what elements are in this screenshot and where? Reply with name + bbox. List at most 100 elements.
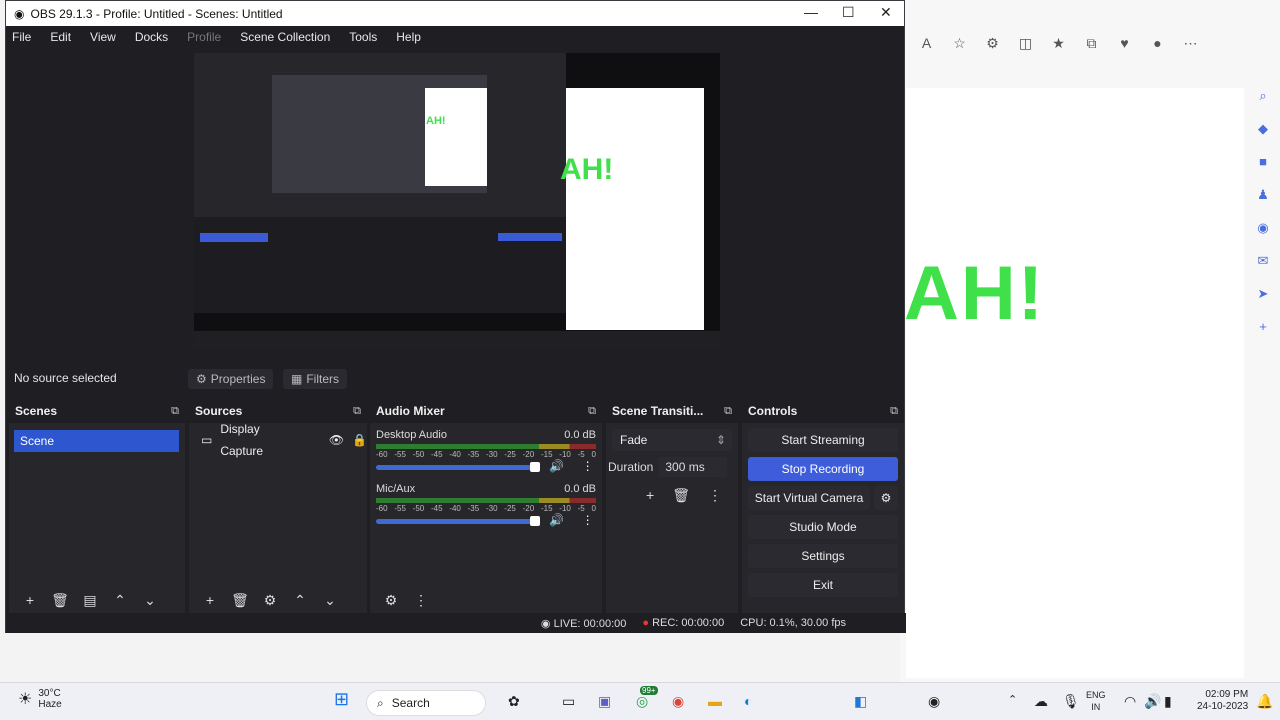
move-down-icon[interactable]: ⌄ bbox=[315, 592, 345, 609]
wifi-icon[interactable]: ◠ bbox=[1124, 693, 1136, 710]
start-streaming-button[interactable]: Start Streaming bbox=[748, 428, 898, 452]
obs-taskbar-icon[interactable]: ◉ bbox=[928, 693, 940, 710]
performance-icon[interactable]: ♥ bbox=[1108, 35, 1141, 51]
meter-tick: -30 bbox=[485, 504, 498, 513]
scene-filters-icon[interactable]: ▤ bbox=[75, 592, 105, 609]
undock-icon[interactable]: ⧉ bbox=[353, 405, 361, 418]
maximize-icon[interactable]: ☐ bbox=[842, 4, 855, 21]
meter-ticks: -60 -55 -50 -45 -40 -35 -30 -25 -20 -15 -10 -5 0 bbox=[376, 504, 596, 513]
games-icon[interactable]: ♟ bbox=[1248, 187, 1278, 220]
properties-button[interactable]: ⚙ Properties bbox=[188, 369, 274, 389]
shopping-icon[interactable]: ◆ bbox=[1248, 121, 1278, 154]
battery-icon[interactable]: ▮ bbox=[1164, 693, 1172, 710]
studio-mode-button[interactable]: Studio Mode bbox=[748, 515, 898, 539]
mixer-menu-icon[interactable]: ⋮ bbox=[406, 592, 436, 609]
widget-app-icon[interactable]: ✿ bbox=[508, 693, 520, 710]
menu-edit[interactable]: Edit bbox=[50, 30, 71, 44]
status-bar: ◉ LIVE: 00:00:00 ● REC: 00:00:00 CPU: 0.… bbox=[6, 613, 906, 633]
language-indicator[interactable]: ENG IN bbox=[1086, 689, 1106, 713]
outlook-icon[interactable]: ✉ bbox=[1248, 253, 1278, 286]
browser-toolbar: A ☆ ⚙ ◫ ★ ⧉ ♥ ● ⋯ bbox=[900, 28, 1280, 58]
menu-profile[interactable]: Profile bbox=[187, 30, 221, 44]
read-aloud-icon[interactable]: A bbox=[910, 35, 943, 51]
advanced-audio-icon[interactable]: ⚙ bbox=[376, 592, 406, 609]
meter-tick: -40 bbox=[449, 450, 461, 459]
menu-docks[interactable]: Docks bbox=[135, 30, 168, 44]
extensions-icon[interactable]: ⚙ bbox=[976, 35, 1009, 52]
undock-icon[interactable]: ⧉ bbox=[588, 405, 596, 418]
transition-select[interactable]: Fade ⇕ bbox=[612, 429, 732, 451]
move-down-icon[interactable]: ⌄ bbox=[135, 592, 165, 609]
close-icon[interactable]: ✕ bbox=[880, 4, 892, 21]
filters-button[interactable]: ▦ Filters bbox=[283, 369, 348, 389]
volume-icon[interactable]: 🔊 bbox=[1144, 693, 1161, 710]
undock-icon[interactable]: ⧉ bbox=[724, 405, 732, 418]
settings-button[interactable]: Settings bbox=[748, 544, 898, 568]
exit-button[interactable]: Exit bbox=[748, 573, 898, 597]
transition-menu-icon[interactable]: ⋮ bbox=[708, 487, 722, 504]
remove-source-icon[interactable]: 🗑 bbox=[225, 592, 255, 609]
preview-canvas[interactable]: AH! AH! bbox=[194, 53, 720, 349]
profile-icon[interactable]: ● bbox=[1141, 35, 1174, 51]
start-virtual-camera-button[interactable]: Start Virtual Camera bbox=[748, 486, 870, 510]
speaker-icon[interactable]: 🔊 bbox=[549, 459, 564, 473]
source-properties-icon[interactable]: ⚙ bbox=[255, 592, 285, 609]
scene-list-item[interactable]: Scene bbox=[14, 430, 179, 452]
mixer-channel: Mic/Aux 0.0 dB -60 -55 -50 -45 -40 -35 -30 -25 -2… bbox=[370, 483, 602, 527]
move-up-icon[interactable]: ⌃ bbox=[285, 592, 315, 609]
undock-icon[interactable]: ⧉ bbox=[171, 405, 179, 418]
speaker-icon[interactable]: 🔊 bbox=[549, 513, 564, 527]
vscode-icon[interactable]: ◧ bbox=[854, 693, 867, 710]
teams-icon[interactable]: ▣ bbox=[598, 693, 611, 710]
volume-slider[interactable] bbox=[376, 462, 540, 472]
kebab-menu-icon[interactable]: ⋮ bbox=[582, 459, 594, 473]
favorite-icon[interactable]: ☆ bbox=[943, 35, 976, 52]
meter-tick: -45 bbox=[430, 450, 443, 459]
onedrive-icon[interactable]: ☁ bbox=[1034, 693, 1048, 710]
start-icon[interactable]: ⊞ bbox=[334, 689, 349, 710]
menu-scene-collection[interactable]: Scene Collection bbox=[240, 30, 330, 44]
whatsapp-icon[interactable]: ◎ bbox=[636, 693, 648, 710]
remove-scene-icon[interactable]: 🗑 bbox=[45, 592, 75, 609]
menu-tools[interactable]: Tools bbox=[349, 30, 377, 44]
add-source-icon[interactable]: + bbox=[195, 592, 225, 609]
file-explorer-window-icon[interactable]: ▭ bbox=[562, 693, 575, 710]
remove-transition-icon[interactable]: 🗑 bbox=[672, 487, 690, 504]
move-up-icon[interactable]: ⌃ bbox=[105, 592, 135, 609]
show-hidden-icons-icon[interactable]: ⌃ bbox=[1008, 693, 1017, 706]
favorites-icon[interactable]: ★ bbox=[1042, 35, 1075, 52]
add-transition-icon[interactable]: + bbox=[646, 487, 654, 504]
notifications-icon[interactable]: 🔔 bbox=[1256, 693, 1273, 710]
weather-widget[interactable]: ☀ 30°C Haze bbox=[18, 688, 62, 710]
add-icon[interactable]: + bbox=[1248, 319, 1278, 352]
collections-icon[interactable]: ⧉ bbox=[1075, 35, 1108, 52]
folder-icon[interactable]: ▬ bbox=[708, 693, 722, 709]
send-icon[interactable]: ➤ bbox=[1248, 286, 1278, 319]
slider-knob[interactable] bbox=[530, 462, 540, 472]
taskbar-search[interactable]: ⌕ Search bbox=[366, 690, 486, 716]
search-icon[interactable]: ⌕ bbox=[1248, 88, 1278, 121]
kebab-menu-icon[interactable]: ⋮ bbox=[582, 513, 594, 527]
menu-view[interactable]: View bbox=[90, 30, 116, 44]
edge-icon[interactable]: ◐ bbox=[744, 693, 752, 709]
chrome-icon[interactable]: ◉ bbox=[672, 693, 684, 710]
office-icon[interactable]: ◉ bbox=[1248, 220, 1278, 253]
menu-help[interactable]: Help bbox=[396, 30, 421, 44]
clock[interactable]: 02:09 PM 24-10-2023 bbox=[1197, 689, 1248, 713]
microphone-icon[interactable]: 🎙 bbox=[1062, 693, 1080, 710]
more-menu-icon[interactable]: ⋯ bbox=[1174, 35, 1207, 52]
tools-icon[interactable]: ■ bbox=[1248, 154, 1278, 187]
duration-field[interactable]: 300 ms bbox=[659, 457, 728, 477]
lock-icon[interactable]: 🔒 bbox=[352, 429, 367, 451]
source-list-item[interactable]: ▭ Display Capture 👁 🔒 bbox=[189, 422, 367, 458]
virtual-camera-settings-icon[interactable]: ⚙ bbox=[874, 486, 898, 510]
stop-recording-button[interactable]: Stop Recording bbox=[748, 457, 898, 481]
minimize-icon[interactable]: — bbox=[804, 4, 818, 20]
menu-file[interactable]: File bbox=[12, 30, 31, 44]
split-screen-icon[interactable]: ◫ bbox=[1009, 35, 1042, 52]
visibility-eye-icon[interactable]: 👁 bbox=[329, 429, 344, 451]
slider-knob[interactable] bbox=[530, 516, 540, 526]
volume-slider[interactable] bbox=[376, 516, 540, 526]
undock-icon[interactable]: ⧉ bbox=[890, 405, 898, 418]
add-scene-icon[interactable]: + bbox=[15, 592, 45, 609]
